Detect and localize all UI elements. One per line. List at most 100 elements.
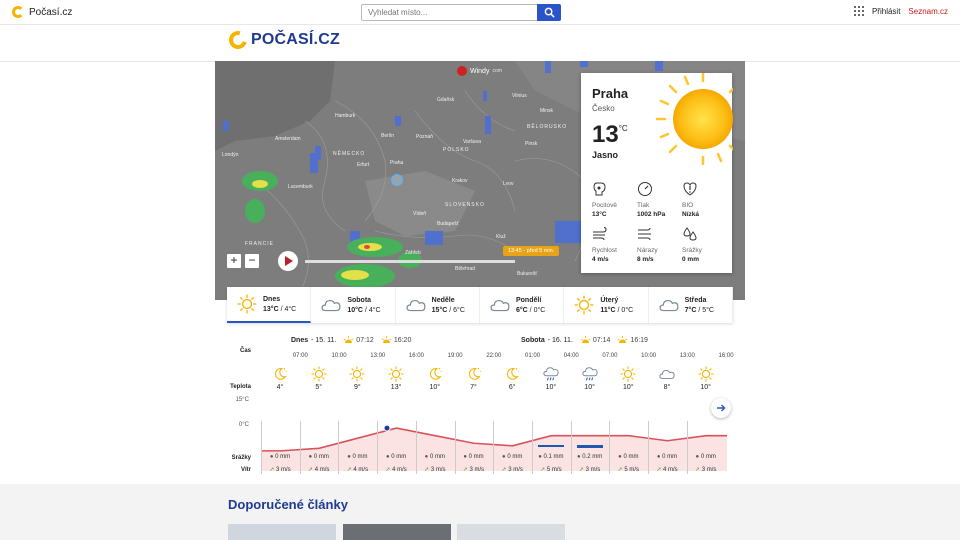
- hour-temperature: 8°: [663, 384, 671, 391]
- hour-wind: ➚ 3 m/s: [261, 466, 299, 473]
- hour-precipitation-value: 0 mm: [507, 454, 523, 460]
- hour-wind: ➚ 4 m/s: [338, 466, 376, 473]
- pocasi-logo-icon: [12, 6, 24, 18]
- brand-logo[interactable]: POČASÍ.CZ: [225, 27, 340, 53]
- forecast-columns: 4° ● 0 mm ➚ 3 m/s 5° ● 0 mm ➚ 4 m/s 9° ● 0 mm ➚ …: [261, 361, 727, 476]
- article-thumbnail[interactable]: [343, 524, 451, 540]
- seznam-link[interactable]: Seznam.cz: [908, 7, 948, 16]
- search-button[interactable]: [537, 4, 561, 21]
- day-tabs: Dnes 13°C / 4°C Sobota 10°C / 4°C Neděle 15°C…: [227, 287, 733, 323]
- day-name: Neděle: [431, 296, 455, 304]
- day-name: Pondělí: [515, 296, 542, 304]
- map-city-label: Bělehrad: [455, 266, 476, 272]
- map-city-label: Záhřeb: [405, 250, 421, 256]
- forecast-column[interactable]: 7° ● 0 mm ➚ 3 m/s: [454, 361, 493, 476]
- article-thumbnail[interactable]: [457, 524, 565, 540]
- hour-precipitation-value: 0 mm: [352, 454, 368, 460]
- date-label: Sobota: [521, 336, 545, 344]
- sunset-time: 16:20: [393, 336, 412, 344]
- hour-label: 10:00: [641, 353, 657, 359]
- windy-logo-icon: [457, 66, 467, 76]
- forecast-column[interactable]: 13° ● 0 mm ➚ 4 m/s: [377, 361, 415, 476]
- zoom-in-button[interactable]: +: [227, 254, 241, 268]
- sunset-icon: [618, 336, 628, 343]
- stat-feels-like: Pocitově 13°C: [592, 181, 636, 218]
- forecast-column[interactable]: 10° ● 0.1 mm ➚ 5 m/s: [531, 361, 570, 476]
- windy-label: Windy: [470, 67, 490, 75]
- hour-temperature: 9°: [354, 384, 361, 391]
- wind-arrow-icon: ➚: [617, 467, 623, 473]
- stat-value: 13°C: [592, 211, 607, 218]
- day-tab[interactable]: Pondělí 6°C / 0°C: [480, 287, 565, 323]
- hour-wind-value: 5 m/s: [546, 467, 562, 473]
- day-tab[interactable]: Sobota 10°C / 4°C: [311, 287, 396, 323]
- hour-wind-value: 3 m/s: [585, 467, 601, 473]
- day-max-temp: 11°C: [600, 306, 616, 314]
- droplet-icon: ●: [538, 454, 542, 460]
- hour-wind-value: 4 m/s: [663, 467, 678, 473]
- location-pin-icon[interactable]: [391, 174, 403, 186]
- stat-wind-gust: Nárazy 8 m/s: [637, 226, 681, 263]
- wind-arrow-icon: ➚: [501, 467, 507, 473]
- hour-wind: ➚ 3 m/s: [571, 466, 609, 473]
- forecast-column[interactable]: 10° ● 0 mm ➚ 5 m/s: [609, 361, 647, 476]
- windy-attribution[interactable]: Windy com: [457, 66, 502, 76]
- cloud-icon: [659, 369, 675, 379]
- hour-precipitation: ● 0 mm: [338, 454, 376, 460]
- droplet-icon: ●: [618, 454, 622, 460]
- forecast-column[interactable]: 6° ● 0 mm ➚ 3 m/s: [493, 361, 531, 476]
- topbar-logo[interactable]: Počasí.cz: [12, 6, 72, 18]
- day-min-temp: 5°C: [702, 306, 714, 314]
- precipitation-icon: [683, 227, 697, 241]
- sun-icon: [311, 366, 327, 382]
- stat-value: 0 mm: [682, 256, 699, 263]
- forecast-column[interactable]: 4° ● 0 mm ➚ 3 m/s: [261, 361, 299, 476]
- hour-precipitation: ● 0 mm: [377, 454, 415, 460]
- forecast-column[interactable]: 10° ● 0.2 mm ➚ 3 m/s: [570, 361, 609, 476]
- hour-precipitation-value: 0 mm: [275, 454, 291, 460]
- precipitation-bar: [576, 445, 603, 448]
- day-tab[interactable]: Neděle 15°C / 6°C: [396, 287, 480, 323]
- day-max-temp: 10°C: [347, 306, 363, 314]
- hour-wind-value: 3 m/s: [508, 467, 523, 473]
- hour-label: 22:00: [486, 353, 502, 359]
- day-name: Dnes: [263, 295, 281, 303]
- forecast-column[interactable]: 9° ● 0 mm ➚ 4 m/s: [338, 361, 376, 476]
- timeline-slider[interactable]: [305, 260, 515, 263]
- map-city-label: Berlín: [381, 133, 395, 139]
- map-country-label: POLSKO: [443, 147, 470, 153]
- day-tab[interactable]: Středa 7°C / 5°C: [649, 287, 733, 323]
- search-input[interactable]: [361, 4, 537, 21]
- forecast-next-button[interactable]: [711, 398, 731, 418]
- day-tab[interactable]: Úterý 11°C / 0°C: [564, 287, 649, 323]
- forecast-column[interactable]: 10° ● 0 mm ➚ 3 m/s: [415, 361, 454, 476]
- hour-temperature: 10°: [545, 384, 557, 391]
- forecast-column[interactable]: 10° ● 0 mm ➚ 3 m/s: [686, 361, 725, 476]
- day-min-temp: 4°C: [368, 306, 381, 314]
- hour-wind-value: 3 m/s: [430, 467, 446, 473]
- day-min-temp: 6°C: [453, 306, 465, 314]
- wind-arrow-icon: ➚: [540, 467, 546, 473]
- cloud-icon: [490, 299, 510, 312]
- date-value: - 15. 11.: [311, 336, 337, 344]
- hour-temperature: 4°: [276, 384, 284, 391]
- hour-label: 07:00: [602, 353, 618, 359]
- apps-grid-icon[interactable]: [853, 6, 864, 16]
- play-button[interactable]: [278, 251, 298, 271]
- map-city-label: Vilnius: [512, 93, 527, 99]
- map-country-label: NĚMECKO: [333, 151, 366, 157]
- sunrise-icon: [580, 336, 591, 343]
- article-thumbnail[interactable]: [228, 524, 336, 540]
- stat-value: 8 m/s: [637, 256, 654, 263]
- forecast-column[interactable]: 5° ● 0 mm ➚ 4 m/s: [299, 361, 338, 476]
- zoom-out-button[interactable]: −: [245, 254, 259, 268]
- brand-logo-text: POČASÍ.CZ: [251, 31, 340, 48]
- day-name: Úterý: [600, 296, 619, 304]
- hour-precipitation: ● 0 mm: [300, 454, 338, 460]
- sunrise-time: 07:14: [592, 336, 611, 344]
- forecast-column[interactable]: 8° ● 0 mm ➚ 4 m/s: [648, 361, 686, 476]
- sun-icon: [620, 366, 636, 382]
- day-tab[interactable]: Dnes 13°C / 4°C: [227, 287, 312, 323]
- login-link[interactable]: Přihlásit: [872, 7, 900, 16]
- stat-label: Nárazy: [637, 247, 658, 254]
